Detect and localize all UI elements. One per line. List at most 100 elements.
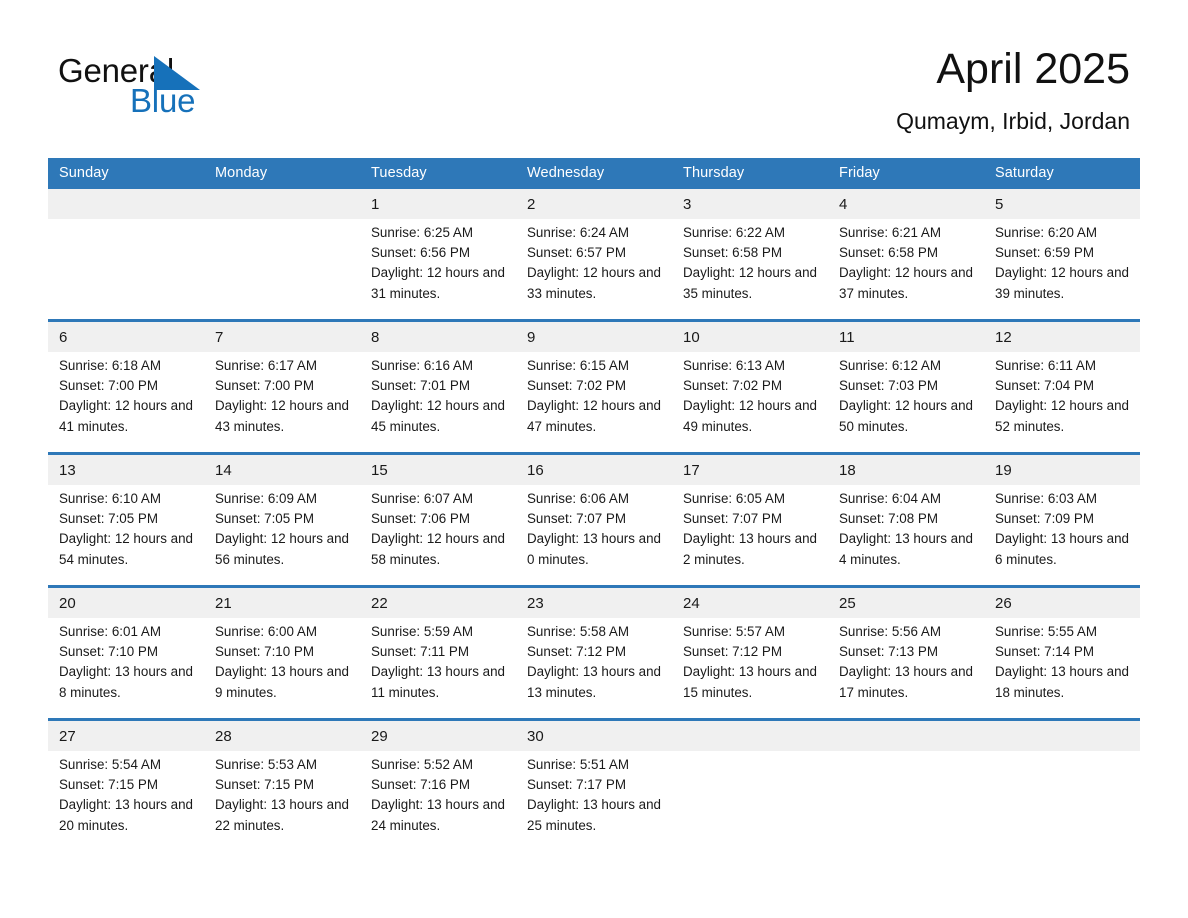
day-number-5[interactable]: 5 <box>984 189 1140 219</box>
day-number-22[interactable]: 22 <box>360 588 516 618</box>
sunset-text: Sunset: 7:07 PM <box>527 511 626 527</box>
day-number-empty <box>984 721 1140 751</box>
day-number-row: 27 28 29 30 <box>48 721 1140 751</box>
day-cell-29[interactable]: Sunrise: 5:52 AM Sunset: 7:16 PM Daylight:… <box>360 751 516 851</box>
title-block: April 2025 Qumaym, Irbid, Jordan <box>896 44 1130 136</box>
day-cell-11[interactable]: Sunrise: 6:12 AM Sunset: 7:03 PM Daylight:… <box>828 352 984 452</box>
day-number-28[interactable]: 28 <box>204 721 360 751</box>
daylight-text: Daylight: 12 hours and 50 minutes. <box>839 398 973 434</box>
sunset-text: Sunset: 7:07 PM <box>683 511 782 527</box>
daylight-text: Daylight: 12 hours and 39 minutes. <box>995 265 1129 301</box>
sunrise-text: Sunrise: 6:11 AM <box>995 358 1096 373</box>
daylight-text: Daylight: 13 hours and 13 minutes. <box>527 664 661 700</box>
daylight-text: Daylight: 13 hours and 22 minutes. <box>215 797 349 833</box>
day-number-20[interactable]: 20 <box>48 588 204 618</box>
day-cell-16[interactable]: Sunrise: 6:06 AM Sunset: 7:07 PM Daylight:… <box>516 485 672 585</box>
day-number-14[interactable]: 14 <box>204 455 360 485</box>
sunset-text: Sunset: 7:15 PM <box>215 777 314 793</box>
day-cell-17[interactable]: Sunrise: 6:05 AM Sunset: 7:07 PM Daylight:… <box>672 485 828 585</box>
day-number-10[interactable]: 10 <box>672 322 828 352</box>
sunset-text: Sunset: 6:56 PM <box>371 245 470 261</box>
sunset-text: Sunset: 7:10 PM <box>215 644 314 660</box>
day-number-15[interactable]: 15 <box>360 455 516 485</box>
day-number-7[interactable]: 7 <box>204 322 360 352</box>
daylight-text: Daylight: 13 hours and 24 minutes. <box>371 797 505 833</box>
day-cell-4[interactable]: Sunrise: 6:21 AM Sunset: 6:58 PM Daylight:… <box>828 219 984 319</box>
day-cell-12[interactable]: Sunrise: 6:11 AM Sunset: 7:04 PM Daylight:… <box>984 352 1140 452</box>
day-cell-25[interactable]: Sunrise: 5:56 AM Sunset: 7:13 PM Daylight:… <box>828 618 984 718</box>
day-number-empty <box>48 189 204 219</box>
sunrise-text: Sunrise: 6:06 AM <box>527 491 629 506</box>
day-number-27[interactable]: 27 <box>48 721 204 751</box>
day-number-13[interactable]: 13 <box>48 455 204 485</box>
day-cell-8[interactable]: Sunrise: 6:16 AM Sunset: 7:01 PM Daylight:… <box>360 352 516 452</box>
day-number-8[interactable]: 8 <box>360 322 516 352</box>
location-subtitle: Qumaym, Irbid, Jordan <box>896 108 1130 134</box>
day-cell-28[interactable]: Sunrise: 5:53 AM Sunset: 7:15 PM Daylight:… <box>204 751 360 851</box>
day-cell-21[interactable]: Sunrise: 6:00 AM Sunset: 7:10 PM Daylight:… <box>204 618 360 718</box>
sunset-text: Sunset: 6:58 PM <box>683 245 782 261</box>
day-number-21[interactable]: 21 <box>204 588 360 618</box>
day-cell-9[interactable]: Sunrise: 6:15 AM Sunset: 7:02 PM Daylight:… <box>516 352 672 452</box>
brand-logo[interactable]: General Blue <box>58 52 318 124</box>
day-number-3[interactable]: 3 <box>672 189 828 219</box>
sunset-text: Sunset: 7:12 PM <box>527 644 626 660</box>
day-number-4[interactable]: 4 <box>828 189 984 219</box>
sunrise-text: Sunrise: 6:16 AM <box>371 358 473 373</box>
day-cell-18[interactable]: Sunrise: 6:04 AM Sunset: 7:08 PM Daylight:… <box>828 485 984 585</box>
day-cell-10[interactable]: Sunrise: 6:13 AM Sunset: 7:02 PM Daylight:… <box>672 352 828 452</box>
day-number-11[interactable]: 11 <box>828 322 984 352</box>
day-number-empty <box>828 721 984 751</box>
day-number-2[interactable]: 2 <box>516 189 672 219</box>
day-number-9[interactable]: 9 <box>516 322 672 352</box>
day-cell-5[interactable]: Sunrise: 6:20 AM Sunset: 6:59 PM Daylight:… <box>984 219 1140 319</box>
daylight-text: Daylight: 13 hours and 0 minutes. <box>527 531 661 567</box>
day-number-1[interactable]: 1 <box>360 189 516 219</box>
day-number-24[interactable]: 24 <box>672 588 828 618</box>
daylight-text: Daylight: 12 hours and 37 minutes. <box>839 265 973 301</box>
sunset-text: Sunset: 7:09 PM <box>995 511 1094 527</box>
day-cell-30[interactable]: Sunrise: 5:51 AM Sunset: 7:17 PM Daylight:… <box>516 751 672 851</box>
day-number-16[interactable]: 16 <box>516 455 672 485</box>
sunrise-text: Sunrise: 5:54 AM <box>59 757 161 772</box>
sunset-text: Sunset: 7:01 PM <box>371 378 470 394</box>
day-cell-23[interactable]: Sunrise: 5:58 AM Sunset: 7:12 PM Daylight:… <box>516 618 672 718</box>
day-number-25[interactable]: 25 <box>828 588 984 618</box>
sunset-text: Sunset: 7:16 PM <box>371 777 470 793</box>
day-cell-26[interactable]: Sunrise: 5:55 AM Sunset: 7:14 PM Daylight:… <box>984 618 1140 718</box>
sunset-text: Sunset: 7:03 PM <box>839 378 938 394</box>
day-detail-row: Sunrise: 6:01 AM Sunset: 7:10 PM Daylight:… <box>48 618 1140 718</box>
day-cell-3[interactable]: Sunrise: 6:22 AM Sunset: 6:58 PM Daylight:… <box>672 219 828 319</box>
day-cell-1[interactable]: Sunrise: 6:25 AM Sunset: 6:56 PM Daylight:… <box>360 219 516 319</box>
day-number-26[interactable]: 26 <box>984 588 1140 618</box>
day-cell-24[interactable]: Sunrise: 5:57 AM Sunset: 7:12 PM Daylight:… <box>672 618 828 718</box>
day-number-30[interactable]: 30 <box>516 721 672 751</box>
day-number-17[interactable]: 17 <box>672 455 828 485</box>
day-cell-19[interactable]: Sunrise: 6:03 AM Sunset: 7:09 PM Daylight:… <box>984 485 1140 585</box>
day-number-empty <box>672 721 828 751</box>
day-number-18[interactable]: 18 <box>828 455 984 485</box>
day-cell-6[interactable]: Sunrise: 6:18 AM Sunset: 7:00 PM Daylight:… <box>48 352 204 452</box>
day-number-29[interactable]: 29 <box>360 721 516 751</box>
day-cell-2[interactable]: Sunrise: 6:24 AM Sunset: 6:57 PM Daylight:… <box>516 219 672 319</box>
day-cell-20[interactable]: Sunrise: 6:01 AM Sunset: 7:10 PM Daylight:… <box>48 618 204 718</box>
day-cell-22[interactable]: Sunrise: 5:59 AM Sunset: 7:11 PM Daylight:… <box>360 618 516 718</box>
daylight-text: Daylight: 12 hours and 54 minutes. <box>59 531 193 567</box>
day-cell-14[interactable]: Sunrise: 6:09 AM Sunset: 7:05 PM Daylight:… <box>204 485 360 585</box>
day-cell-15[interactable]: Sunrise: 6:07 AM Sunset: 7:06 PM Daylight:… <box>360 485 516 585</box>
day-cell-27[interactable]: Sunrise: 5:54 AM Sunset: 7:15 PM Daylight:… <box>48 751 204 851</box>
weekday-header-saturday: Saturday <box>984 158 1140 189</box>
sunset-text: Sunset: 7:13 PM <box>839 644 938 660</box>
day-cell-7[interactable]: Sunrise: 6:17 AM Sunset: 7:00 PM Daylight:… <box>204 352 360 452</box>
day-number-12[interactable]: 12 <box>984 322 1140 352</box>
day-number-19[interactable]: 19 <box>984 455 1140 485</box>
daylight-text: Daylight: 13 hours and 15 minutes. <box>683 664 817 700</box>
daylight-text: Daylight: 12 hours and 52 minutes. <box>995 398 1129 434</box>
sunrise-text: Sunrise: 5:53 AM <box>215 757 317 772</box>
daylight-text: Daylight: 13 hours and 6 minutes. <box>995 531 1129 567</box>
sunrise-text: Sunrise: 6:09 AM <box>215 491 317 506</box>
sunset-text: Sunset: 7:04 PM <box>995 378 1094 394</box>
day-number-23[interactable]: 23 <box>516 588 672 618</box>
day-cell-13[interactable]: Sunrise: 6:10 AM Sunset: 7:05 PM Daylight:… <box>48 485 204 585</box>
day-number-6[interactable]: 6 <box>48 322 204 352</box>
